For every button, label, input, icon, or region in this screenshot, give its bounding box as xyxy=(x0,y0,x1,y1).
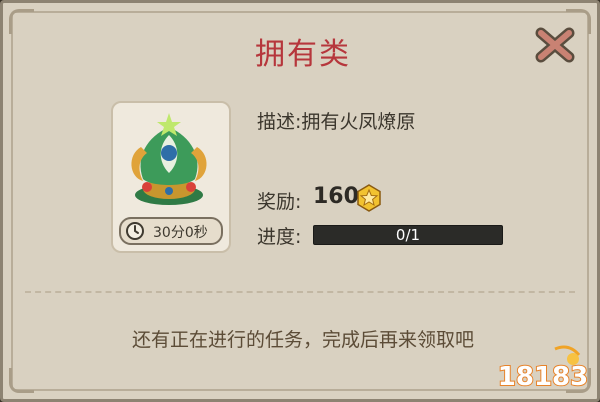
progress-bar: 0/1 xyxy=(313,225,503,245)
task-dialog: 拥有类 30分0秒 描述:拥有火凤燎原 奖励: 160 进度: 0/1 还有正在… xyxy=(0,0,600,402)
gold-star-coin-icon xyxy=(357,184,381,212)
progress-label: 进度: xyxy=(257,226,302,248)
description-value: 拥有火凤燎原 xyxy=(301,111,416,133)
dialog-title: 拥有类 xyxy=(255,37,351,72)
corner-ornament xyxy=(9,368,34,393)
close-button[interactable] xyxy=(535,27,575,63)
timer-text: 30分0秒 xyxy=(153,225,208,241)
divider xyxy=(25,291,575,293)
svg-text:18183: 18183 xyxy=(498,362,588,392)
progress-text: 0/1 xyxy=(395,226,421,244)
site-logo: 18183 xyxy=(497,345,589,393)
reward-value: 160 xyxy=(313,184,359,209)
description-label: 描述: xyxy=(257,111,302,133)
item-card[interactable]: 30分0秒 xyxy=(111,101,231,253)
description-row: 描述:拥有火凤燎原 xyxy=(257,107,415,134)
reward-label: 奖励: xyxy=(257,191,302,213)
close-x-icon xyxy=(535,27,575,63)
item-timer: 30分0秒 xyxy=(119,217,223,245)
clock-icon xyxy=(126,222,144,240)
phoenix-trophy-icon xyxy=(131,113,207,205)
